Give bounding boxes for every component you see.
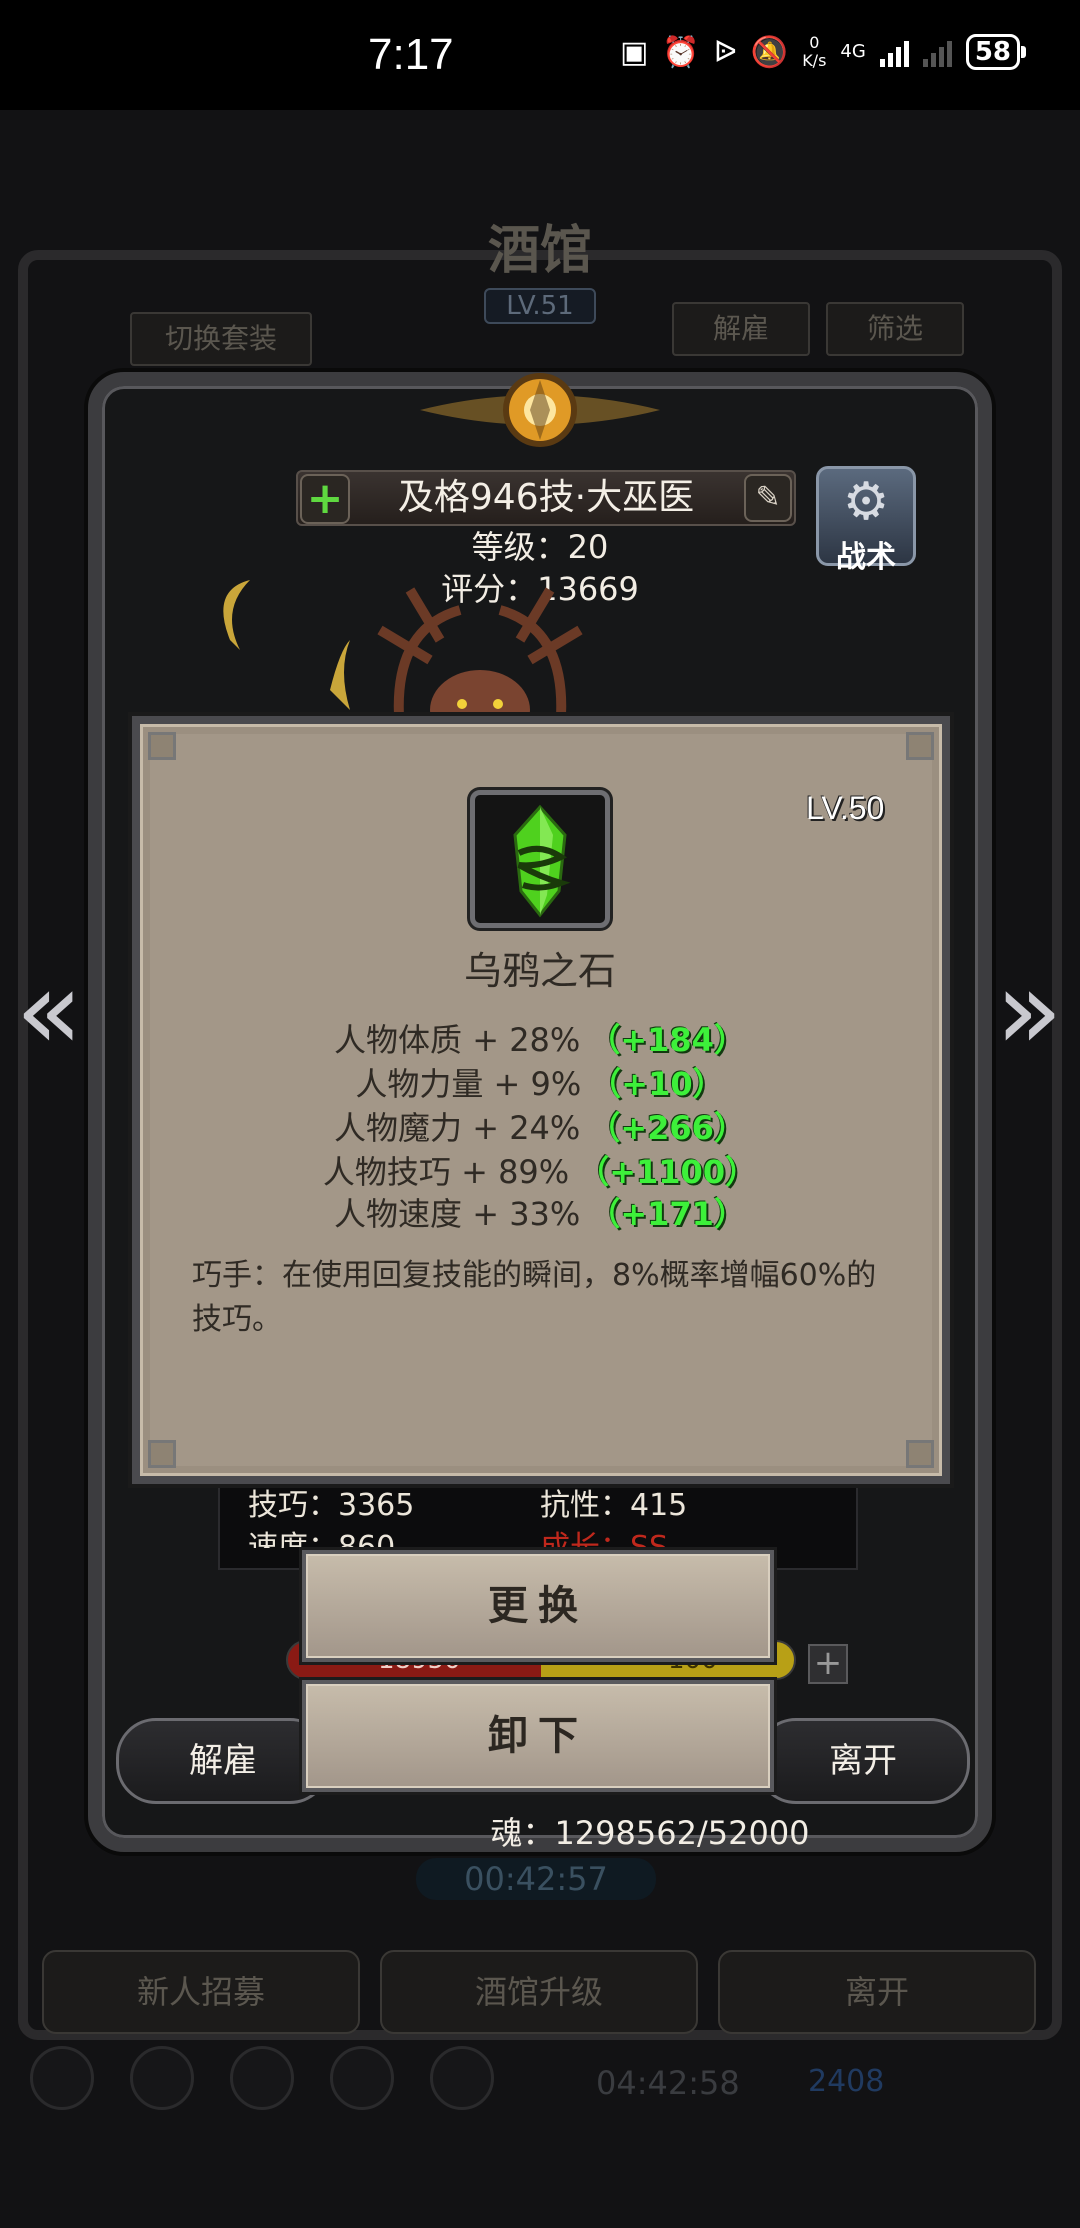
nav-icon[interactable]	[430, 2046, 494, 2110]
leave-button[interactable]: 离开	[756, 1718, 970, 1804]
attribute-row: 人物速度 + 33% （+171）	[0, 1192, 1080, 1236]
attribute-bonus: （+10）	[589, 1065, 725, 1103]
attribute-row: 人物技巧 + 89% （+1100）	[0, 1150, 1080, 1194]
crow-stone-icon	[513, 804, 571, 918]
gem-count: 2408	[808, 2064, 885, 2099]
soul-counter: 魂：1298562/52000	[490, 1814, 810, 1852]
alarm-icon: ⏰	[662, 34, 700, 70]
hero-level: 等级：20	[471, 528, 609, 566]
mute-icon: 🔕	[750, 34, 789, 70]
attribute-bonus: （+171）	[588, 1195, 746, 1233]
nav-icon[interactable]	[30, 2046, 94, 2110]
unequip-button[interactable]: 卸下	[302, 1680, 774, 1792]
attribute-label: 人物体质 + 28%	[334, 1021, 581, 1059]
speed-unit: K/s	[802, 51, 827, 70]
nav-icon[interactable]	[330, 2046, 394, 2110]
recruit-button[interactable]: 新人招募	[42, 1950, 360, 2034]
attribute-row: 人物体质 + 28% （+184）	[0, 1018, 1080, 1062]
emblem-icon	[420, 373, 660, 447]
tavern-title: 酒馆	[487, 220, 592, 281]
attribute-bonus: （+1100）	[577, 1153, 758, 1191]
card-corner	[906, 732, 934, 760]
status-icons: ▣ ⏰ ᐉ 🔕 0 K/s 4G 58	[620, 34, 1027, 70]
attribute-row: 人物力量 + 9% （+10）	[0, 1062, 1080, 1106]
network-speed: 0 K/s	[802, 34, 826, 70]
card-corner	[906, 1440, 934, 1468]
bottom-timer: 04:42:58	[596, 2064, 740, 2102]
hero-name: 及格946技·大巫医	[397, 477, 695, 518]
gear-icon: ⚙	[842, 472, 890, 532]
item-name: 乌鸦之石	[463, 949, 616, 993]
card-corner	[148, 1440, 176, 1468]
hero-portrait	[223, 580, 583, 730]
stat-resist: 抗性：415	[540, 1488, 688, 1523]
tavern-leave-button[interactable]: 离开	[718, 1950, 1036, 2034]
nav-icon[interactable]	[130, 2046, 194, 2110]
speed-value: 0	[809, 33, 820, 52]
bluetooth-icon: ᐉ	[713, 34, 737, 70]
card-corner	[148, 732, 176, 760]
add-button[interactable]: +	[300, 474, 350, 524]
attribute-label: 人物速度 + 33%	[334, 1195, 581, 1233]
filter-button[interactable]: 筛选	[826, 302, 964, 356]
dismiss-hero-button[interactable]: 解雇	[116, 1718, 330, 1804]
switch-outfit-button[interactable]: 切换套装	[130, 312, 312, 366]
replace-button[interactable]: 更换	[302, 1550, 774, 1662]
edit-name-icon[interactable]: ✎	[744, 474, 792, 522]
attribute-label: 人物技巧 + 89%	[322, 1153, 570, 1191]
attribute-bonus: （+184）	[588, 1021, 746, 1059]
nav-icon[interactable]	[230, 2046, 294, 2110]
attribute-row: 人物魔力 + 24% （+266）	[0, 1106, 1080, 1150]
signal-icon	[879, 37, 909, 67]
attribute-label: 人物魔力 + 24%	[334, 1109, 581, 1147]
stat-growth: 成长：SS	[540, 1530, 669, 1548]
battery-icon: 58	[965, 34, 1027, 70]
tactic-label: 战术	[836, 540, 896, 575]
signal-icon-2	[922, 37, 952, 67]
item-icon-frame	[470, 790, 610, 928]
attribute-label: 人物力量 + 9%	[355, 1065, 582, 1103]
item-description: 巧手：在使用回复技能的瞬间，8%概率增幅60%的技巧。	[192, 1258, 877, 1337]
tavern-upgrade-button[interactable]: 酒馆升级	[380, 1950, 698, 2034]
stat-speed: 速度：860	[248, 1530, 396, 1548]
attribute-bonus: （+266）	[588, 1109, 746, 1147]
add-hp-button[interactable]: +	[808, 1644, 848, 1684]
stat-skill: 技巧：3365	[248, 1488, 415, 1523]
clock: 7:17	[368, 30, 454, 79]
network-type: 4G	[840, 41, 866, 62]
recruit-timer: 00:42:57	[416, 1858, 656, 1900]
item-level: LV.50	[806, 790, 885, 826]
tavern-level: LV.51	[484, 288, 596, 324]
nfc-icon: ▣	[620, 34, 649, 70]
bg-dismiss-button[interactable]: 解雇	[672, 302, 810, 356]
bottom-nav	[30, 2046, 494, 2110]
status-bar: 7:17 ▣ ⏰ ᐉ 🔕 0 K/s 4G 58	[0, 0, 1080, 110]
